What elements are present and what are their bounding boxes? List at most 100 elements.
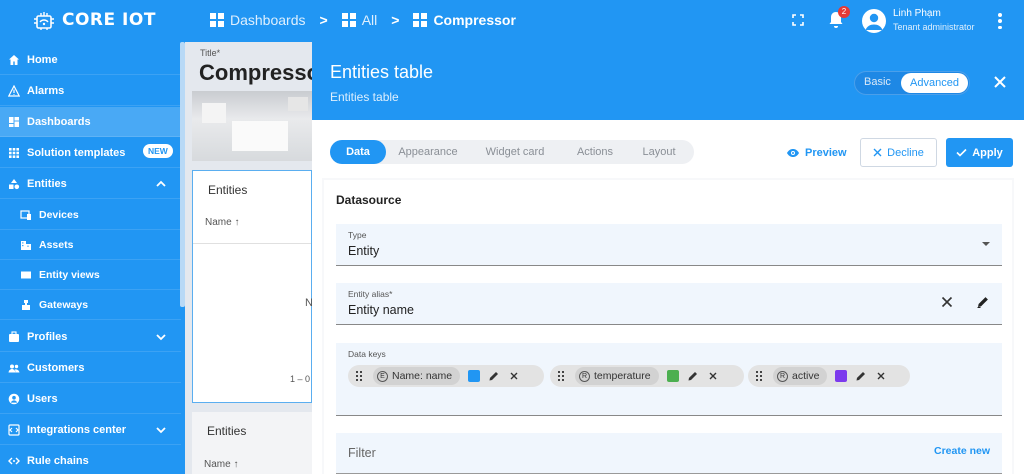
breadcrumb-dashboards[interactable]: Dashboards (210, 12, 306, 28)
tab-actions[interactable]: Actions (566, 140, 624, 164)
user-name: Linh Phạm (893, 8, 941, 19)
sidebar-item-home[interactable]: Home (0, 45, 181, 75)
tab-data[interactable]: Data (330, 140, 386, 164)
entities-widget-2[interactable]: Entities Name ↑ (192, 412, 312, 474)
tab-widget-card[interactable]: Widget card (474, 140, 556, 164)
edit-icon[interactable] (687, 370, 699, 382)
remove-icon[interactable] (875, 370, 887, 382)
widget-editor-panel: Entities table Entities table Basic Adva… (312, 42, 1024, 474)
sidebar-item-label: Devices (39, 208, 79, 221)
editor-title: Entities table (330, 62, 434, 82)
color-swatch[interactable] (835, 370, 848, 382)
dashboard-icon (413, 13, 428, 27)
remove-icon[interactable] (707, 370, 719, 382)
apply-button[interactable]: Apply (946, 138, 1013, 167)
sidebar-item-integrations-center[interactable]: Integrations center (0, 415, 181, 445)
clear-icon[interactable] (940, 295, 954, 309)
edit-icon[interactable] (855, 370, 867, 382)
breadcrumb-separator: > (391, 12, 400, 28)
home-icon (9, 54, 19, 65)
dashboard-image-widget[interactable] (192, 91, 312, 161)
close-icon (873, 148, 882, 157)
sidebar-item-dashboards[interactable]: Dashboards (0, 107, 181, 137)
gateways-icon (22, 299, 30, 310)
apply-label: Apply (972, 146, 1003, 159)
sidebar-item-solution-templates[interactable]: Solution templates NEW (0, 138, 181, 168)
preview-button[interactable]: Preview (786, 142, 847, 164)
data-key-chip[interactable]: R active (748, 365, 910, 387)
fullscreen-icon[interactable] (792, 14, 804, 26)
apps-icon (9, 147, 19, 158)
data-key-chip[interactable]: E Name: name (348, 365, 544, 387)
avatar[interactable] (862, 9, 886, 33)
top-bar: CORE IOT Dashboards > All > Compressor 2… (0, 0, 1024, 42)
dashboard-title[interactable]: Compressor (199, 60, 312, 86)
drag-handle-icon[interactable] (356, 371, 363, 381)
notification-count-badge: 2 (838, 6, 850, 18)
breadcrumb-label: Compressor (433, 12, 516, 28)
data-keys-field[interactable]: Data keys E Name: name R temperature R a… (336, 343, 1002, 416)
color-swatch[interactable] (468, 370, 481, 382)
data-key-label: Name: name (392, 370, 453, 382)
sidebar-item-profiles[interactable]: Profiles (0, 322, 181, 352)
sidebar-item-assets[interactable]: Assets (0, 230, 181, 260)
data-key-label-pill: R active (773, 367, 828, 385)
widget-title: Entities (207, 424, 247, 438)
dashboard-icon (341, 13, 356, 27)
sidebar-item-entities[interactable]: Entities (0, 169, 181, 199)
type-label: Type (348, 230, 367, 240)
entities-widget[interactable]: Entities Name ↑ N 1 – 0 (192, 170, 313, 403)
dashboard-icon (210, 13, 224, 27)
sidebar-item-rule-chains[interactable]: Rule chains (0, 446, 181, 474)
sidebar-item-alarms[interactable]: Alarms (0, 76, 181, 106)
sidebar-item-label: Entity views (39, 268, 100, 281)
assets-icon (21, 240, 31, 250)
data-key-label-pill: R temperature (575, 367, 659, 385)
close-icon[interactable] (993, 75, 1007, 89)
tab-appearance[interactable]: Appearance (388, 140, 468, 164)
entity-alias-field[interactable]: Entity alias* Entity name (336, 283, 1002, 325)
warning-icon (8, 84, 20, 97)
sidebar-item-customers[interactable]: Customers (0, 353, 181, 383)
widget-title: Entities (208, 183, 248, 197)
sidebar-item-label: Dashboards (27, 115, 91, 128)
sidebar-item-entity-views[interactable]: Entity views (0, 260, 181, 290)
edit-icon[interactable] (976, 295, 990, 309)
chevron-down-icon[interactable] (156, 425, 166, 435)
drag-handle-icon[interactable] (756, 371, 763, 381)
column-header-name[interactable]: Name ↑ (204, 459, 238, 470)
filter-placeholder: Filter (348, 446, 376, 460)
filter-field[interactable]: Filter Create new (336, 433, 1002, 474)
chevron-up-icon[interactable] (156, 179, 166, 189)
breadcrumb-all[interactable]: All (341, 12, 377, 28)
data-key-chip[interactable]: R temperature (550, 365, 744, 387)
color-swatch[interactable] (666, 370, 679, 382)
sidebar-item-label: Gateways (39, 298, 89, 311)
edit-icon[interactable] (488, 370, 500, 382)
data-key-label-pill: E Name: name (373, 367, 461, 385)
remove-icon[interactable] (508, 370, 520, 382)
sidebar-item-label: Home (27, 53, 58, 66)
type-select[interactable]: Type Entity (336, 224, 1002, 266)
logo[interactable]: CORE IOT (32, 8, 156, 32)
check-icon (956, 148, 967, 157)
breadcrumb-label: Dashboards (230, 12, 306, 28)
data-key-label: temperature (594, 370, 651, 382)
tab-layout[interactable]: Layout (630, 140, 688, 164)
mode-basic-option[interactable]: Basic (864, 76, 891, 88)
mode-advanced-option[interactable]: Advanced (901, 73, 968, 93)
sidebar-item-label: Users (27, 392, 58, 405)
sidebar-item-label: Solution templates (27, 146, 126, 159)
column-header-name[interactable]: Name ↑ (205, 217, 239, 228)
sort-arrow-up-icon: ↑ (233, 459, 239, 470)
sidebar-item-users[interactable]: Users (0, 384, 181, 414)
sidebar-item-devices[interactable]: Devices (0, 200, 181, 230)
data-key-label: active (792, 370, 820, 382)
decline-button[interactable]: Decline (860, 138, 937, 167)
chevron-down-icon[interactable] (156, 332, 166, 342)
create-new-filter-link[interactable]: Create new (934, 445, 990, 457)
entity-alias-value: Entity name (348, 303, 415, 317)
sidebar-item-gateways[interactable]: Gateways (0, 290, 181, 320)
more-vert-icon[interactable] (998, 13, 1002, 29)
drag-handle-icon[interactable] (558, 371, 565, 381)
